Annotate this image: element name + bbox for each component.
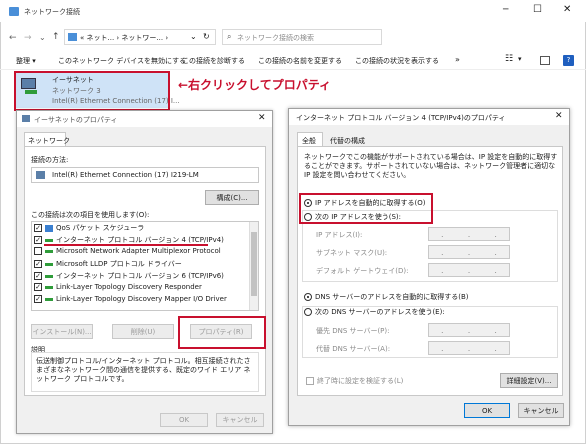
protocol-icon — [45, 297, 53, 301]
close-icon[interactable]: ✕ — [563, 4, 571, 15]
list-item[interactable]: ✓ Microsoft LLDP プロトコル ドライバー — [34, 259, 182, 270]
right-click-annotation: ←右クリックしてプロパティ — [178, 78, 331, 92]
properties-ok-button[interactable]: OK — [160, 413, 208, 427]
list-item[interactable]: ✓ Link-Layer Topology Discovery Mapper I/… — [34, 295, 227, 306]
search-icon: ⌕ — [227, 32, 232, 41]
install-button[interactable]: インストール(N)... — [31, 324, 93, 339]
list-item[interactable]: Microsoft Network Adapter Multiplexor Pr… — [34, 247, 221, 258]
ipv4-close-icon[interactable]: ✕ — [555, 111, 563, 121]
validate-option[interactable]: 終了時に設定を検証する(L) — [306, 376, 403, 386]
forward-icon[interactable]: → — [24, 33, 32, 43]
adapter-highlight-frame — [14, 71, 170, 111]
rename-button[interactable]: この接続の名前を変更する — [258, 56, 342, 66]
network-folder-icon — [9, 7, 19, 16]
qos-icon — [45, 224, 53, 232]
explorer-titlebar — [0, 0, 586, 22]
gateway-field: ... — [428, 263, 510, 277]
alternate-dns-label: 代替 DNS サーバー(A): — [316, 345, 391, 353]
address-dropdown-icon[interactable]: ⌄ — [190, 32, 197, 41]
help-icon[interactable]: ? — [563, 55, 574, 66]
properties-title: イーサネットのプロパティ — [34, 116, 118, 124]
address-bar[interactable]: « ネット... › ネットワー... › ⌄ ↻ — [64, 29, 216, 45]
network-location-icon — [68, 33, 77, 41]
ip-address-label: IP アドレス(I): — [316, 231, 363, 239]
auto-ip-highlight — [299, 193, 433, 224]
items-label: この接続は次の項目を使用します(O): — [31, 211, 150, 219]
advanced-button[interactable]: 詳細設定(V)... — [500, 373, 558, 388]
list-item[interactable]: ✓ QoS パケット スケジューラ — [34, 223, 144, 234]
ipv4-ok-button[interactable]: OK — [464, 403, 510, 418]
item-checkbox[interactable]: ✓ — [34, 283, 42, 291]
list-item[interactable]: ✓ Link-Layer Topology Discovery Responder — [34, 283, 202, 294]
ipv4-cancel-button[interactable]: キャンセル — [518, 403, 564, 418]
ipv4-description: ネットワークでこの機能がサポートされている場合は、IP 設定を自動的に取得するこ… — [304, 153, 558, 179]
alternate-dns-field: ... — [428, 341, 510, 355]
status-button[interactable]: この接続の状況を表示する — [355, 56, 439, 66]
refresh-icon[interactable]: ↻ — [203, 32, 210, 41]
preferred-dns-field: ... — [428, 323, 510, 337]
item-checkbox[interactable]: ✓ — [34, 236, 42, 244]
more-commands-icon[interactable]: » — [455, 55, 460, 64]
properties-title-icon — [22, 115, 30, 122]
items-scrollbar[interactable] — [249, 222, 258, 310]
properties-button-highlight — [178, 316, 266, 349]
ip-address-field: ... — [428, 227, 510, 241]
ipv4-title: インターネット プロトコル バージョン 4 (TCP/IPv4)のプロパティ — [296, 114, 506, 122]
back-icon[interactable]: ← — [9, 33, 17, 43]
description-text: 伝送制御プロトコル/インターネット プロトコル。相互接続されたさまざまなネットワ… — [36, 357, 251, 383]
auto-dns-radio[interactable] — [304, 293, 312, 301]
organize-menu[interactable]: 整理 ▾ — [16, 56, 36, 66]
gateway-label: デフォルト ゲートウェイ(D): — [316, 267, 409, 275]
ipv4-item-underline — [44, 244, 208, 246]
search-placeholder: ネットワーク接続の検索 — [237, 34, 314, 42]
view-dropdown-icon[interactable]: ▾ — [518, 55, 522, 63]
connect-using-label: 接続の方法: — [31, 156, 69, 164]
item-checkbox[interactable]: ✓ — [34, 272, 42, 280]
manual-dns-radio[interactable] — [304, 308, 312, 316]
search-box[interactable]: ⌕ ネットワーク接続の検索 — [222, 29, 382, 45]
disable-device-button[interactable]: このネットワーク デバイスを無効にする — [58, 56, 186, 66]
item-checkbox[interactable]: ✓ — [34, 295, 42, 303]
tab-alternate[interactable]: 代替の構成 — [330, 136, 365, 146]
scrollbar-thumb[interactable] — [251, 232, 257, 296]
minimize-icon[interactable]: ─ — [503, 5, 508, 15]
configure-button[interactable]: 構成(C)... — [205, 190, 259, 205]
item-checkbox[interactable]: ✓ — [34, 260, 42, 268]
view-options-icon[interactable]: ☷ — [505, 54, 513, 64]
recent-dropdown-icon[interactable]: ⌄ — [39, 33, 46, 42]
tab-network-label: ネットワーク — [28, 137, 70, 145]
protocol-icon — [45, 285, 53, 289]
properties-cancel-button[interactable]: キャンセル — [216, 413, 264, 427]
subnet-field: ... — [428, 245, 510, 259]
properties-close-icon[interactable]: ✕ — [258, 113, 266, 123]
uninstall-button[interactable]: 削除(U) — [112, 324, 174, 339]
item-checkbox[interactable] — [34, 247, 42, 255]
list-item[interactable]: ✓ インターネット プロトコル バージョン 6 (TCP/IPv6) — [34, 271, 224, 282]
address-path: « ネット... › ネットワー... › — [80, 34, 169, 42]
item-checkbox[interactable]: ✓ — [34, 224, 42, 232]
validate-checkbox[interactable] — [306, 377, 314, 385]
up-icon[interactable]: ↑ — [52, 32, 60, 42]
adapter-small-icon — [36, 171, 45, 179]
subnet-label: サブネット マスク(U): — [316, 249, 388, 257]
protocol-icon — [45, 262, 53, 266]
preferred-dns-label: 優先 DNS サーバー(P): — [316, 327, 390, 335]
explorer-title: ネットワーク接続 — [24, 8, 80, 16]
protocol-icon — [45, 249, 53, 253]
auto-dns-option[interactable]: DNS サーバーのアドレスを自動的に取得する(B) — [304, 292, 469, 302]
diagnose-button[interactable]: この接続を診断する — [182, 56, 245, 66]
tab-general-label: 全般 — [302, 137, 316, 145]
preview-pane-icon[interactable] — [540, 56, 550, 65]
protocol-icon — [45, 274, 53, 278]
manual-dns-option[interactable]: 次の DNS サーバーのアドレスを使う(E): — [304, 307, 445, 317]
adapter-full-name: Intel(R) Ethernet Connection (17) I219-L… — [52, 171, 199, 179]
maximize-icon[interactable]: ☐ — [533, 4, 542, 15]
protocol-icon — [45, 238, 53, 242]
